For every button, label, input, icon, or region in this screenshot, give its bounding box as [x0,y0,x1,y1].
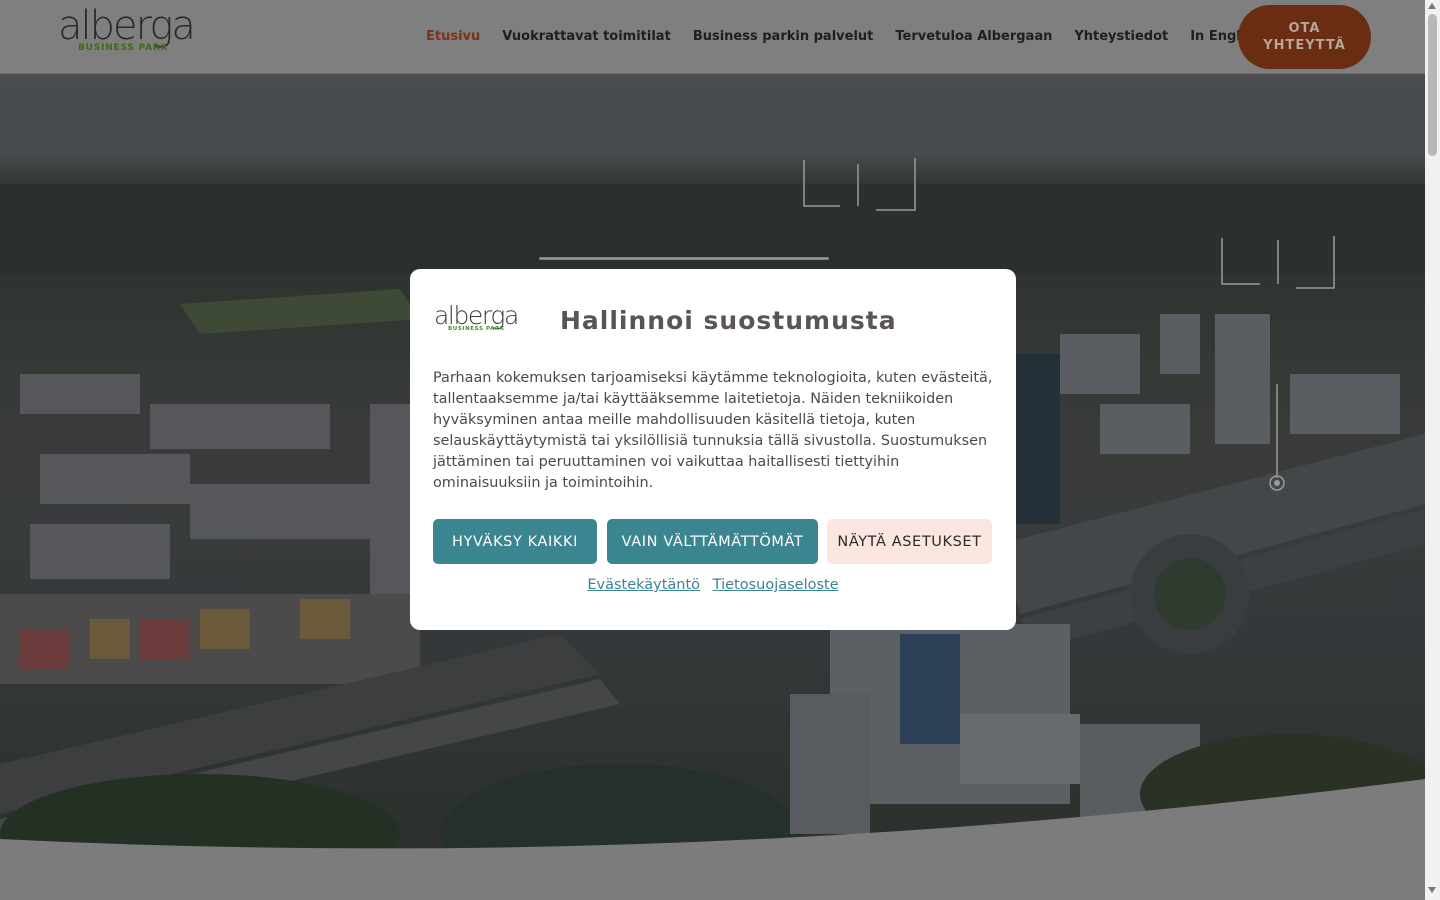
accept-all-button[interactable]: HYVÄKSY KAIKKI [433,519,597,564]
contact-cta-button[interactable]: OTA YHTEYTTÄ [1238,5,1371,69]
scroll-up-arrow-icon[interactable] [1428,3,1436,9]
logo-subtitle: BUSINESS PARK [78,43,169,53]
site-header: alberga BUSINESS PARK Etusivu Vuokrattav… [0,0,1425,74]
scrollbar-thumb[interactable] [1428,14,1437,156]
nav-item-yhteystiedot[interactable]: Yhteystiedot [1074,29,1168,44]
consent-logo-subtitle: BUSINESS PARK [448,326,505,332]
consent-description: Parhaan kokemuksen tarjoamiseksi käytämm… [433,370,993,491]
consent-logo: alberga BUSINESS PARK [434,303,530,337]
site-logo[interactable]: alberga BUSINESS PARK [58,6,208,60]
show-settings-button[interactable]: NÄYTÄ ASETUKSET [827,519,992,564]
nav-item-tervetuloa-albergaan[interactable]: Tervetuloa Albergaan [895,29,1052,44]
logo-wordmark: alberga [58,3,196,49]
consent-links: Evästekäytäntö Tietosuojaseloste [410,577,1016,593]
consent-dialog: alberga BUSINESS PARK Hallinnoi suostumu… [410,269,1016,630]
nav-item-business-parkin-palvelut[interactable]: Business parkin palvelut [693,29,874,44]
cookie-policy-link[interactable]: Evästekäytäntö [587,577,700,593]
scroll-down-arrow-icon[interactable] [1428,887,1436,893]
only-necessary-button[interactable]: VAIN VÄLTTÄMÄTTÖMÄT [607,519,818,564]
page-scrollbar[interactable] [1425,0,1440,900]
main-nav: Etusivu Vuokrattavat toimitilat Business… [415,0,1273,73]
nav-item-etusivu[interactable]: Etusivu [426,29,480,44]
nav-item-vuokrattavat-toimitilat[interactable]: Vuokrattavat toimitilat [502,29,671,44]
consent-title: Hallinnoi suostumusta [560,306,897,335]
consent-logo-wordmark: alberga [434,301,519,330]
privacy-policy-link[interactable]: Tietosuojaseloste [713,577,839,593]
